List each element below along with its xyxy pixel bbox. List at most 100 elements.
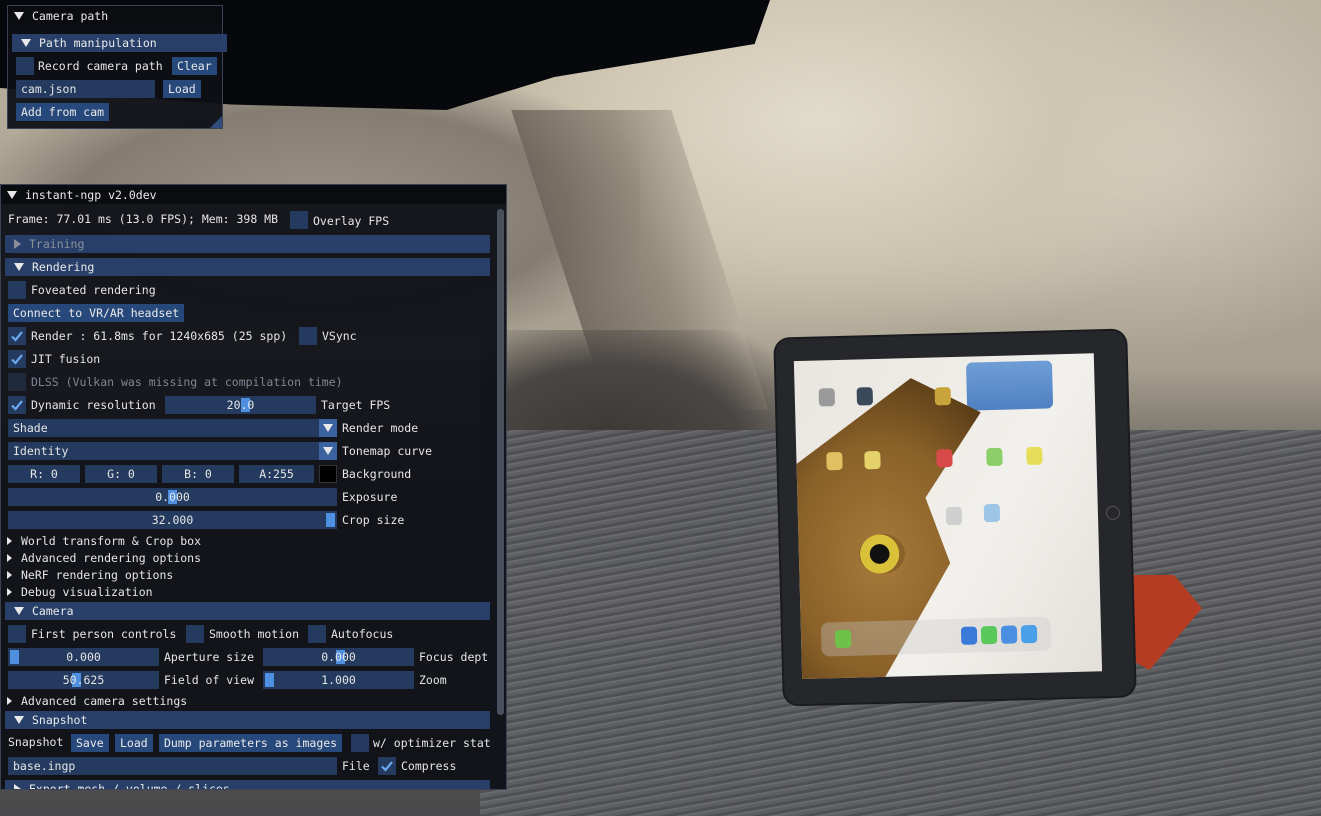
save-snapshot-button[interactable]: Save: [71, 734, 109, 752]
load-snapshot-button[interactable]: Load: [115, 734, 153, 752]
tree-label: Advanced rendering options: [21, 551, 202, 565]
focus-depth-value: 0.000: [321, 650, 356, 664]
foveated-rendering-checkbox[interactable]: [8, 281, 26, 299]
tree-label: World transform & Crop box: [21, 534, 202, 548]
rendering-header[interactable]: Rendering: [5, 258, 490, 276]
main-titlebar[interactable]: instant-ngp v2.0dev: [1, 185, 506, 204]
field-of-view-value: 50.625: [62, 673, 105, 687]
slider-grab[interactable]: [265, 673, 274, 687]
app-icon: [818, 388, 836, 407]
render-mode-value: Shade: [13, 421, 48, 435]
camera-header[interactable]: Camera: [5, 602, 490, 620]
app-icon: [1026, 446, 1043, 466]
slider-grab[interactable]: [326, 513, 335, 527]
vr-connect-button[interactable]: Connect to VR/AR headset: [8, 304, 185, 322]
weather-widget: [965, 360, 1054, 411]
checkmark-icon: [11, 400, 23, 411]
vsync-checkbox[interactable]: [299, 327, 317, 345]
background-label: Background: [342, 467, 412, 481]
first-person-checkbox[interactable]: [8, 625, 26, 643]
main-title: instant-ngp v2.0dev: [25, 187, 157, 202]
snapshot-file-input[interactable]: base.ingp: [8, 757, 337, 775]
field-of-view-slider[interactable]: 50.625: [8, 671, 159, 689]
background-b-input[interactable]: B: 0: [162, 465, 234, 483]
app-icon: [864, 450, 881, 470]
dock-icon: [1000, 625, 1018, 644]
smooth-motion-label: Smooth motion: [209, 627, 300, 641]
collapsed-arrow-icon: [14, 784, 21, 789]
background-a-input[interactable]: A:255: [239, 465, 314, 483]
tree-debug-visualization[interactable]: Debug visualization: [1, 582, 506, 602]
export-header-label: Export mesh / volume / slices: [29, 782, 230, 790]
tonemap-value: Identity: [13, 444, 69, 458]
jit-fusion-checkbox[interactable]: [8, 350, 26, 368]
app-icon: [934, 387, 952, 406]
expand-arrow-icon: [14, 716, 24, 724]
load-path-button[interactable]: Load: [163, 80, 201, 98]
collapse-arrow-icon[interactable]: [14, 11, 24, 20]
main-scrollbar[interactable]: [497, 209, 504, 715]
compress-checkbox[interactable]: [378, 757, 396, 775]
camera-path-window[interactable]: Camera path Path manipulation Record cam…: [7, 5, 227, 129]
snapshot-row-label: Snapshot: [8, 735, 64, 749]
snapshot-file-label: File: [342, 759, 370, 773]
field-of-view-label: Field of view: [164, 673, 255, 687]
render-checkbox[interactable]: [8, 327, 26, 345]
camera-path-file-input[interactable]: cam.json: [16, 80, 155, 98]
optimizer-state-checkbox[interactable]: [351, 734, 369, 752]
resize-grip[interactable]: [210, 116, 222, 128]
background-color-swatch[interactable]: [319, 465, 337, 483]
zoom-slider[interactable]: 1.000: [263, 671, 414, 689]
target-fps-slider[interactable]: 20.0: [165, 396, 316, 414]
expand-arrow-icon: [14, 607, 24, 615]
expand-arrow-icon: [14, 263, 24, 271]
slider-grab[interactable]: [10, 650, 19, 664]
rendering-header-label: Rendering: [32, 260, 95, 274]
zoom-value: 1.000: [321, 673, 356, 687]
exposure-slider[interactable]: 0.000: [8, 488, 337, 506]
record-camera-path-checkbox[interactable]: [16, 57, 34, 75]
compress-label: Compress: [401, 759, 457, 773]
render-mode-combo[interactable]: Shade: [8, 419, 337, 437]
render-mode-label: Render mode: [342, 421, 419, 435]
smooth-motion-checkbox[interactable]: [186, 625, 204, 643]
tablet-object: [775, 330, 1135, 705]
clear-button[interactable]: Clear: [172, 57, 217, 75]
aperture-slider[interactable]: 0.000: [8, 648, 159, 666]
crop-size-slider[interactable]: 32.000: [8, 511, 337, 529]
collapse-arrow-icon[interactable]: [7, 190, 17, 199]
focus-depth-label: Focus dept: [419, 650, 489, 664]
snapshot-header[interactable]: Snapshot: [5, 711, 490, 729]
tree-advanced-camera[interactable]: Advanced camera settings: [1, 691, 506, 711]
focus-depth-slider[interactable]: 0.000: [263, 648, 414, 666]
snapshot-header-label: Snapshot: [32, 713, 88, 727]
training-header[interactable]: Training: [5, 235, 490, 253]
tablet-dock: [820, 616, 1052, 657]
instant-ngp-window[interactable]: instant-ngp v2.0dev Frame: 77.01 ms (13.…: [0, 184, 507, 790]
export-header[interactable]: Export mesh / volume / slices: [5, 780, 490, 790]
add-from-cam-button[interactable]: Add from cam: [16, 103, 110, 121]
dynamic-resolution-checkbox[interactable]: [8, 396, 26, 414]
background-g-input[interactable]: G: 0: [85, 465, 157, 483]
tree-arrow-icon: [7, 571, 12, 579]
dump-parameters-button[interactable]: Dump parameters as images: [159, 734, 343, 752]
overlay-fps-checkbox[interactable]: [290, 211, 308, 229]
autofocus-checkbox[interactable]: [308, 625, 326, 643]
path-manipulation-header[interactable]: Path manipulation: [12, 34, 227, 52]
tree-arrow-icon: [7, 537, 12, 545]
dock-icon: [1020, 624, 1038, 644]
tonemap-combo[interactable]: Identity: [8, 442, 337, 460]
crop-size-label: Crop size: [342, 513, 405, 527]
optimizer-state-label: w/ optimizer stat: [373, 736, 491, 750]
dropdown-arrow-icon[interactable]: [319, 419, 337, 437]
dropdown-arrow-icon[interactable]: [319, 442, 337, 460]
scrollbar-thumb[interactable]: [497, 209, 504, 715]
background-r-input[interactable]: R: 0: [8, 465, 80, 483]
first-person-label: First person controls: [31, 627, 177, 641]
render-label: Render : 61.8ms for 1240x685 (25 spp): [31, 329, 288, 343]
camera-path-titlebar[interactable]: Camera path: [8, 6, 222, 25]
tablet-screen: [793, 353, 1103, 680]
aperture-value: 0.000: [66, 650, 101, 664]
app-icon: [986, 447, 1003, 467]
dlss-label: DLSS (Vulkan was missing at compilation …: [31, 375, 343, 389]
